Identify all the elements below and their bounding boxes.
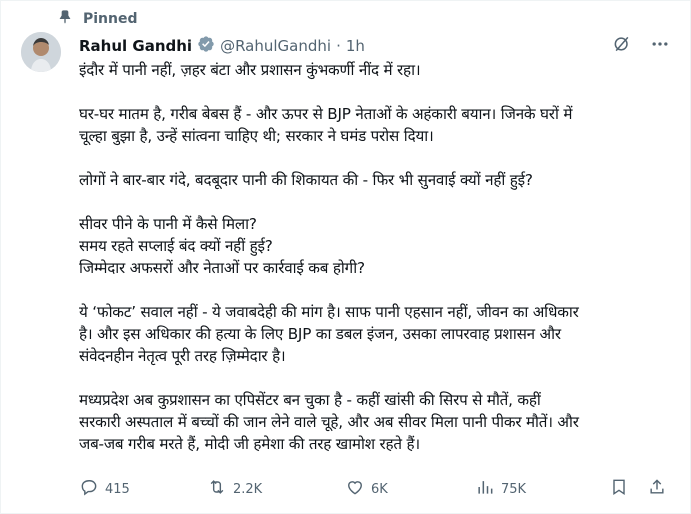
tweet-header: Rahul Gandhi @RahulGandhi · 1h (79, 35, 365, 57)
tweet-line: जब-जब गरीब मरते हैं, मोदी जी हमेशा की तर… (79, 435, 420, 453)
like-button[interactable]: 6K (345, 477, 388, 501)
tweet-line: सीवर पीने के पानी में कैसे मिला? (79, 215, 257, 233)
tweet-line: सरकारी अस्पताल में बच्चों की जान लेने वा… (79, 413, 579, 431)
pinned-label: Pinned (83, 11, 138, 27)
avatar[interactable] (21, 32, 61, 72)
tweet-line: इंदौर में पानी नहीं, ज़हर बंटा और प्रशास… (79, 61, 421, 79)
timestamp[interactable]: 1h (346, 37, 365, 55)
views-icon (475, 477, 495, 501)
tweet-card[interactable]: Pinned Rahul Gandhi @RahulGandhi · 1h इं… (0, 0, 691, 514)
views-count: 75K (501, 481, 527, 497)
header-actions (612, 34, 670, 58)
tweet-line: ये ‘फोकट’ सवाल नहीं - ये जवाबदेही की मां… (79, 303, 579, 321)
tweet-line: है। और इस अधिकार की हत्या के लिए BJP का … (79, 325, 561, 343)
reply-count: 415 (105, 481, 130, 497)
repost-icon (207, 477, 227, 501)
grok-icon[interactable] (612, 34, 632, 58)
views-button[interactable]: 75K (475, 477, 526, 501)
reply-button[interactable]: 415 (79, 477, 130, 501)
more-icon[interactable] (650, 34, 670, 58)
repost-button[interactable]: 2.2K (207, 477, 262, 501)
verified-badge-icon (197, 35, 215, 57)
tweet-line: घर-घर मातम है, गरीब बेबस हैं - और ऊपर से… (79, 105, 573, 123)
tweet-line: लोगों ने बार-बार गंदे, बदबूदार पानी की श… (79, 171, 533, 189)
like-count: 6K (371, 481, 388, 497)
like-icon (345, 477, 365, 501)
bookmark-icon (609, 477, 629, 501)
pinned-indicator: Pinned (57, 9, 138, 29)
share-button[interactable] (647, 477, 667, 501)
share-icon (647, 477, 667, 501)
action-bar: 415 2.2K 6K 75K (79, 478, 669, 500)
author-handle[interactable]: @RahulGandhi (220, 37, 331, 55)
tweet-line: संवेदनहीन नेतृत्व पूरी तरह ज़िम्मेदार है… (79, 347, 286, 365)
bookmark-button[interactable] (609, 477, 629, 501)
tweet-line: जिम्मेदार अफसरों और नेताओं पर कार्रवाई क… (79, 259, 365, 277)
tweet-text: इंदौर में पानी नहीं, ज़हर बंटा और प्रशास… (79, 59, 679, 455)
tweet-line: मध्यप्रदेश अब कुप्रशासन का एपिसेंटर बन च… (79, 391, 541, 409)
tweet-line: समय रहते सप्लाई बंद क्यों नहीं हुई? (79, 237, 273, 255)
repost-count: 2.2K (233, 481, 263, 497)
pin-icon (57, 9, 73, 29)
author-name[interactable]: Rahul Gandhi (79, 37, 192, 55)
reply-icon (79, 477, 99, 501)
tweet-line: चूल्हा बुझा है, उन्हें सांत्वना चाहिए थी… (79, 127, 434, 145)
separator-dot: · (336, 37, 341, 55)
